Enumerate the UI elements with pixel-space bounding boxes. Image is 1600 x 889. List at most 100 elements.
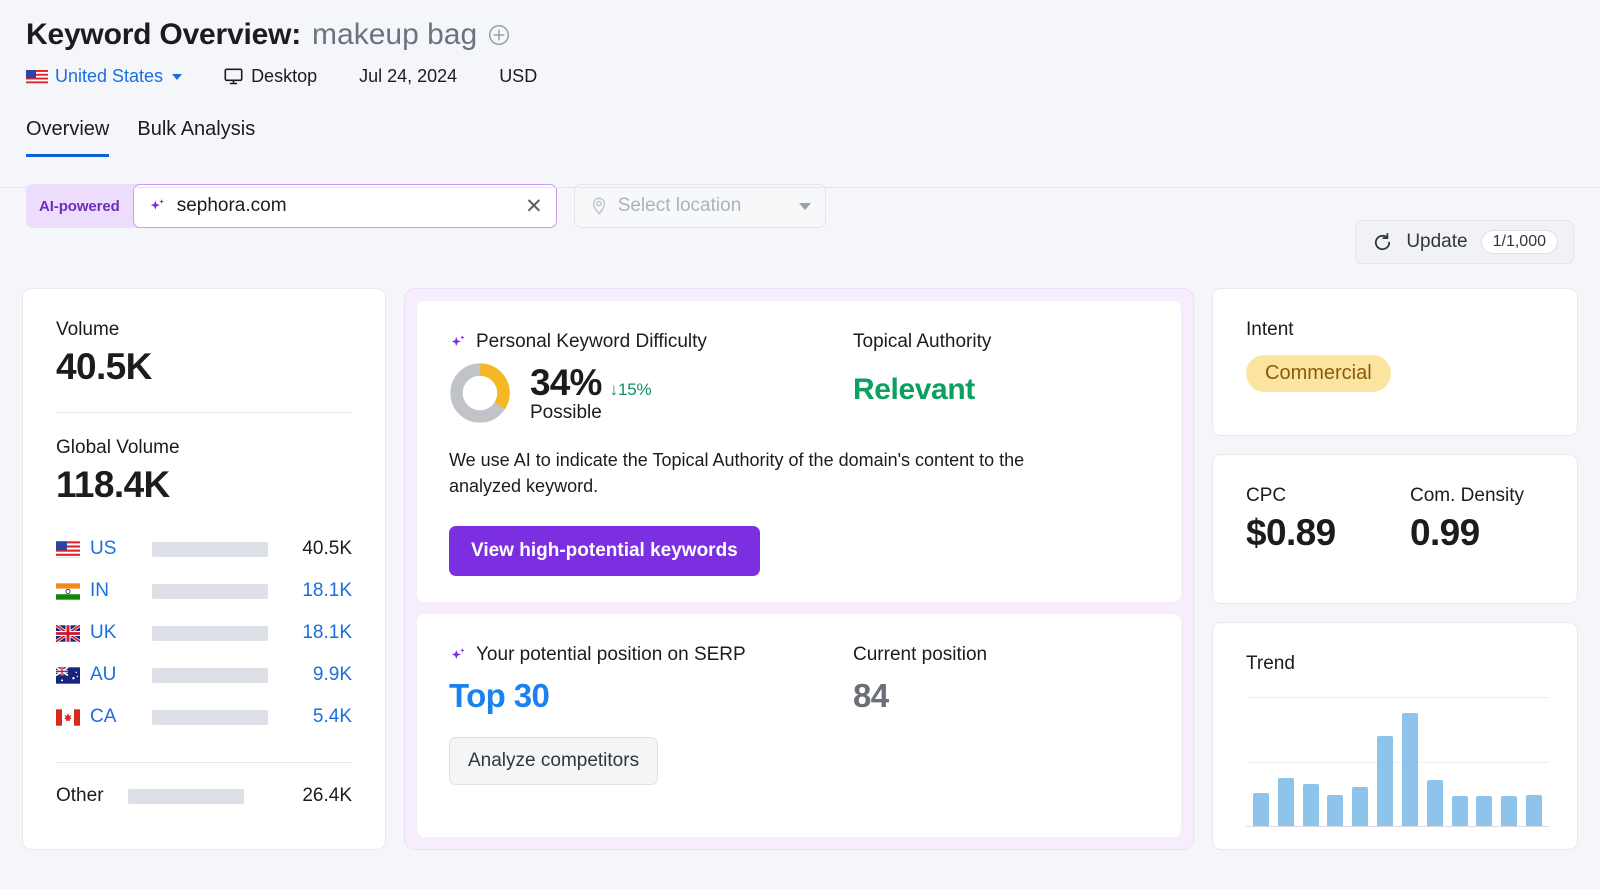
intent-label: Intent [1246,319,1294,340]
table-row-other: Other 26.4K [56,773,352,819]
ai-description: We use AI to indicate the Topical Author… [449,450,1025,496]
device-indicator: Desktop [224,66,317,87]
density-label: Com. Density [1410,485,1525,506]
ai-sparkle-icon [449,333,468,352]
us-flag-icon [163,359,187,375]
potential-position-value: Top 30 [449,677,550,715]
trend-bar[interactable] [1327,794,1344,827]
trend-bar[interactable] [1377,736,1394,827]
country-volume: 40.5K [302,538,352,559]
date-label: Jul 24, 2024 [359,66,458,86]
volume-bar-track [152,709,268,725]
pkd-donut-chart [449,362,511,424]
in-flag-icon [56,582,80,600]
page-title: Keyword Overview: makeup bag [26,18,1600,52]
trend-bar[interactable] [1501,795,1518,827]
domain-input-wrapper[interactable]: sephora.com ✕ [132,184,557,228]
global-volume-label: Global Volume [56,437,180,458]
location-placeholder: Select location [617,195,742,216]
potential-position-label-row: Your potential position on SERP [449,644,853,666]
divider [56,762,352,763]
country-code: UK [90,622,117,643]
uk-flag-icon [55,623,81,643]
country-code: US [90,538,117,559]
cpc-label: CPC [1246,485,1287,506]
trend-card: Trend [1212,622,1578,850]
divider [56,412,352,413]
trend-bar[interactable] [1476,795,1493,827]
update-label: Update [1406,231,1468,252]
volume-card: Volume 40.5K Global Volume 118.4K US 40.… [22,288,386,850]
volume-column: Volume 40.5K Global Volume 118.4K US 40.… [22,288,386,850]
device-label: Desktop [251,66,318,86]
country-selector[interactable]: United States [26,66,183,87]
volume-bar-track [152,625,268,641]
table-row[interactable]: IN 18.1K [56,570,352,612]
serp-header-row: Your potential position on SERP Top 30 C… [449,644,1149,715]
update-quota-badge: 1/1,000 [1480,230,1558,254]
currency-label: USD [499,66,538,86]
topical-authority-block: Topical Authority Relevant [853,331,991,424]
volume-bar-track [152,667,268,683]
table-row[interactable]: US 40.5K [56,528,352,570]
tab-bulk-analysis[interactable]: Bulk Analysis [137,118,255,157]
view-high-potential-keywords-button[interactable]: View high-potential keywords [449,526,760,577]
close-icon[interactable]: ✕ [525,196,543,217]
plus-circle-icon[interactable] [488,24,510,46]
volume-bar-track [152,583,268,599]
domain-input[interactable]: sephora.com [177,195,515,217]
current-position-block: Current position 84 [853,644,987,715]
trend-bar[interactable] [1451,795,1468,827]
tab-overview[interactable]: Overview [26,118,110,157]
potential-position-label: Your potential position on SERP [476,644,746,666]
trend-bar[interactable] [1525,794,1542,827]
map-pin-icon [589,196,609,216]
country-code: IN [90,580,109,601]
trend-bar[interactable] [1302,784,1319,827]
volume-value: 40.5K [56,346,152,387]
metrics-grid: Volume 40.5K Global Volume 118.4K US 40.… [22,288,1578,850]
page-title-keyword: makeup bag [312,18,478,51]
trend-bar[interactable] [1426,780,1443,827]
status-badge: Commercial [1246,355,1391,392]
trend-bar[interactable] [1253,793,1269,827]
ai-sparkle-icon [449,646,468,665]
global-volume-value: 118.4K [56,464,170,505]
table-row[interactable]: UK 18.1K [55,612,352,654]
refresh-icon [1372,232,1393,253]
pkd-label-row: Personal Keyword Difficulty [449,331,853,353]
pkd-block: Personal Keyword Difficulty 34% ↓15% Pos… [449,331,853,424]
trend-bar[interactable] [1352,786,1369,827]
location-select[interactable]: Select location [573,184,826,228]
country-code: CA [90,706,117,727]
metrics-column: Intent Commercial CPC $0.89 Com. Density… [1212,288,1578,850]
pkd-value: 34% [530,362,602,403]
table-row[interactable]: CA 5.4K [56,696,352,738]
chevron-down-icon [798,202,811,210]
trend-chart [1246,697,1549,827]
pkd-figures: 34% ↓15% Possible [530,362,652,424]
update-button[interactable]: Update 1/1,000 [1355,220,1574,264]
topical-authority-label: Topical Authority [853,331,992,352]
ca-flag-icon [56,708,80,726]
trend-bar[interactable] [1401,712,1418,827]
serp-position-card: Your potential position on SERP Top 30 C… [417,614,1181,837]
pkd-sub-label: Possible [530,402,602,423]
volume-label: Volume [56,319,120,340]
country-volume: 18.1K [302,622,352,643]
page-header: Keyword Overview: makeup bag United Stat… [0,0,1600,87]
header-divider [0,187,1600,188]
analyze-competitors-button[interactable]: Analyze competitors [449,737,659,786]
ai-powered-badge: AI-powered [39,197,120,215]
ai-sparkle-icon [148,197,167,216]
country-breakdown-table: US 40.5K IN 18.1K UK 18.1K AU 9.9K CA 5.… [55,528,352,819]
table-row[interactable]: AU 9.9K [55,654,352,696]
pkd-label: Personal Keyword Difficulty [476,331,707,352]
trend-label: Trend [1246,653,1295,674]
other-label: Other [56,785,104,806]
country-label: United States [55,66,164,86]
trend-bar[interactable] [1277,777,1294,827]
current-position-label: Current position [853,644,988,666]
topical-authority-value: Relevant [853,373,975,406]
header-meta: United States Desktop Jul 24, 2024 USD [26,66,1600,87]
